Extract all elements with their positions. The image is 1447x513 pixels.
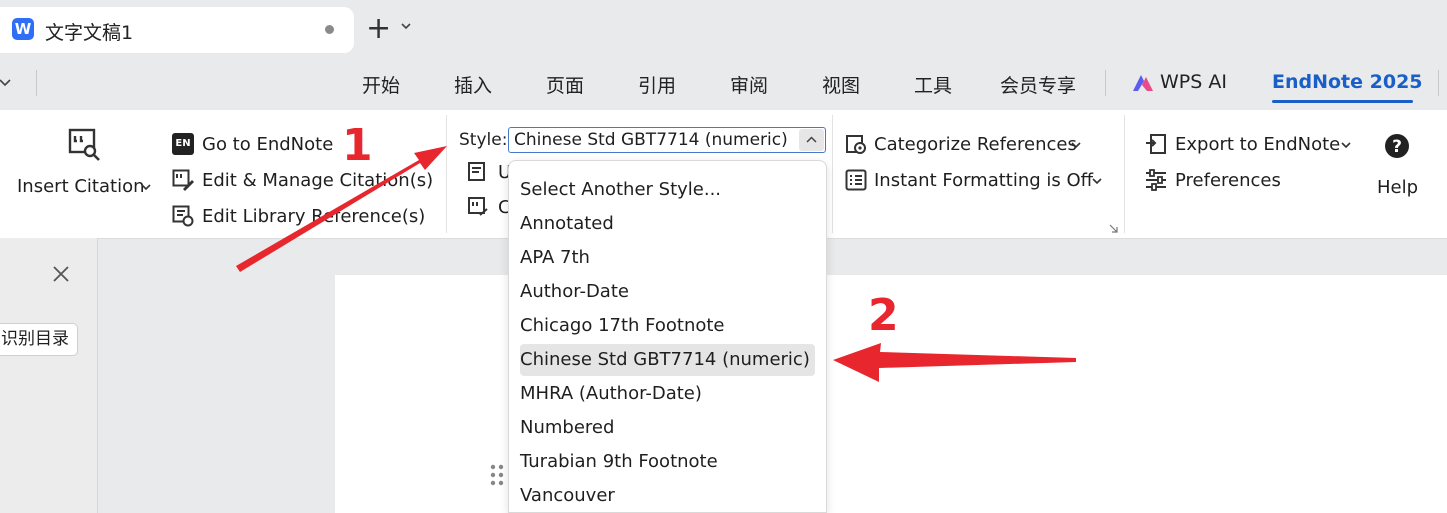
annotation-step-2: 2 — [868, 290, 899, 341]
ribbon-menu-bar — [0, 60, 1447, 110]
endnote-badge-icon: EN — [172, 133, 194, 155]
insert-citation-button[interactable]: Insert Citation — [17, 176, 145, 197]
convert-citations-icon — [468, 197, 488, 216]
style-dropdown-button[interactable] — [799, 129, 824, 151]
categorize-icon — [846, 135, 866, 154]
style-option[interactable]: Chicago 17th Footnote — [520, 310, 815, 342]
update-citations-icon — [468, 162, 485, 181]
preferences-icon — [1146, 169, 1166, 191]
style-option[interactable]: MHRA (Author-Date) — [520, 378, 815, 410]
tab-wps-ai[interactable]: WPS AI — [1160, 71, 1227, 93]
preferences-button[interactable]: Preferences — [1175, 170, 1281, 191]
group-expand-icon[interactable] — [1109, 224, 1118, 233]
annotation-step-1: 1 — [342, 120, 373, 171]
instant-formatting-icon — [845, 169, 867, 191]
style-select-value: Chinese Std GBT7714 (numeric) — [514, 130, 788, 150]
active-tab-indicator — [1272, 100, 1413, 103]
chevron-down-icon[interactable] — [1092, 176, 1102, 186]
menu-separator — [1438, 70, 1439, 96]
instant-formatting-button[interactable]: Instant Formatting is Off — [874, 170, 1093, 191]
chevron-down-icon[interactable] — [1341, 140, 1351, 150]
edit-citation-icon — [172, 169, 194, 191]
navigation-pane — [0, 238, 98, 513]
help-button[interactable]: Help — [1377, 177, 1418, 198]
style-option-selected[interactable]: Chinese Std GBT7714 (numeric) — [520, 344, 815, 376]
tab-review[interactable]: 审阅 — [730, 71, 768, 98]
edit-library-icon — [172, 205, 194, 227]
plus-icon[interactable]: + — [366, 14, 391, 44]
drag-handle-icon[interactable] — [489, 463, 505, 487]
export-icon — [1146, 134, 1166, 154]
ribbon-group-separator — [446, 115, 447, 233]
tab-endnote[interactable]: EndNote 2025 — [1272, 71, 1423, 93]
style-option[interactable]: Author-Date — [520, 276, 815, 308]
chevron-down-icon[interactable] — [0, 77, 12, 89]
close-dot-icon[interactable] — [325, 25, 334, 34]
insert-citation-icon[interactable] — [68, 127, 102, 161]
style-option[interactable]: APA 7th — [520, 242, 815, 274]
menu-separator — [36, 70, 37, 96]
close-icon[interactable] — [51, 264, 71, 284]
tab-page[interactable]: 页面 — [546, 71, 584, 98]
chevron-down-icon[interactable] — [401, 21, 411, 31]
style-label: Style: — [459, 130, 508, 150]
chevron-down-icon[interactable] — [141, 182, 151, 192]
document-tab-title: 文字文稿1 — [45, 22, 134, 44]
edit-manage-citations-button[interactable]: Edit & Manage Citation(s) — [202, 170, 433, 191]
go-to-endnote-button[interactable]: Go to EndNote — [202, 134, 333, 155]
chevron-down-icon[interactable] — [1071, 140, 1081, 150]
tab-view[interactable]: 视图 — [822, 71, 860, 98]
categorize-references-button[interactable]: Categorize References — [874, 134, 1077, 155]
help-icon[interactable]: ? — [1384, 133, 1410, 159]
app-logo-icon: W — [12, 18, 34, 40]
wps-ai-icon — [1133, 75, 1153, 91]
tab-tools[interactable]: 工具 — [914, 71, 952, 98]
style-dropdown-list: Select Another Style... Annotated APA 7t… — [508, 160, 827, 513]
edit-library-references-button[interactable]: Edit Library Reference(s) — [202, 206, 425, 227]
tab-insert[interactable]: 插入 — [454, 71, 492, 98]
svg-text:?: ? — [1392, 137, 1402, 157]
recognize-toc-button[interactable]: 识别目录 — [0, 323, 78, 356]
style-option[interactable]: Numbered — [520, 412, 815, 444]
menu-separator — [1105, 70, 1106, 96]
tab-references[interactable]: 引用 — [638, 71, 676, 98]
tab-membership[interactable]: 会员专享 — [1000, 71, 1076, 98]
style-option[interactable]: Annotated — [520, 208, 815, 240]
ribbon-group-separator — [832, 115, 833, 233]
style-option-select-another[interactable]: Select Another Style... — [520, 174, 815, 206]
export-to-endnote-button[interactable]: Export to EndNote — [1175, 134, 1340, 155]
tab-home[interactable]: 开始 — [362, 71, 400, 98]
ribbon-group-separator — [1124, 115, 1125, 233]
style-option[interactable]: Vancouver — [520, 480, 815, 512]
style-option[interactable]: Turabian 9th Footnote — [520, 446, 815, 478]
chevron-up-icon — [806, 136, 817, 143]
